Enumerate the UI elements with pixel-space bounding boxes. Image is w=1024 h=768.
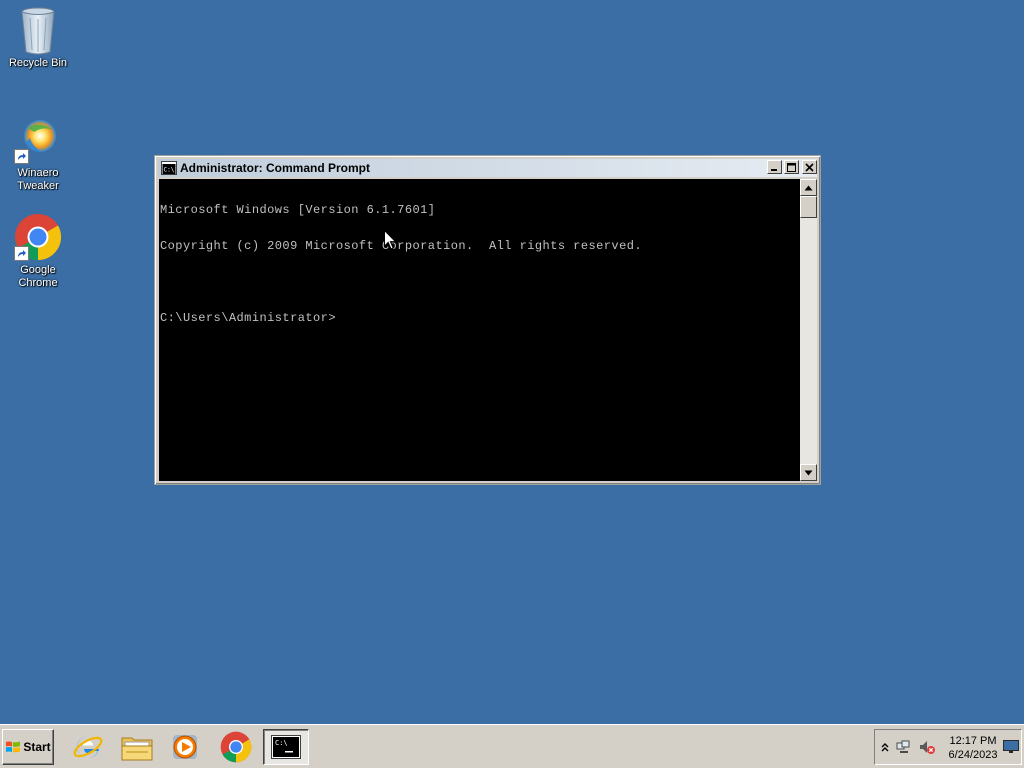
command-prompt-window[interactable]: C:\ Administrator: Command Prompt Micros… (154, 155, 821, 485)
taskbar-media-player[interactable] (163, 729, 207, 765)
desktop-icon-winaero-tweaker[interactable]: Winaero Tweaker (0, 116, 76, 193)
chrome-icon (14, 213, 62, 261)
console-prompt-line: C:\Users\Administrator> (160, 311, 336, 325)
svg-text:C:\: C:\ (164, 167, 175, 174)
svg-text:C:\: C:\ (275, 739, 288, 747)
clock-time: 12:17 PM (949, 735, 997, 747)
console-line: Microsoft Windows [Version 6.1.7601] (160, 203, 436, 217)
arrow-down-icon (804, 470, 813, 475)
chrome-icon (220, 731, 252, 763)
close-icon (805, 162, 814, 172)
command-prompt-icon: C:\ (161, 161, 177, 175)
shortcut-arrow-icon (14, 149, 29, 164)
taskbar: Start C:\ 12:17 PM 6/24/2023 (0, 724, 1024, 768)
scroll-down-button[interactable] (800, 464, 817, 481)
winaero-tweaker-icon (14, 116, 62, 164)
scroll-thumb[interactable] (800, 196, 817, 218)
start-label: Start (23, 740, 51, 754)
console-output[interactable]: Microsoft Windows [Version 6.1.7601] Cop… (159, 179, 800, 481)
volume-muted-icon (920, 741, 935, 754)
chevron-up-icon (881, 743, 889, 752)
clock-date: 6/24/2023 (948, 749, 998, 761)
start-button[interactable]: Start (2, 729, 54, 765)
command-prompt-icon: C:\ (271, 735, 301, 759)
show-desktop-icon (1003, 740, 1019, 753)
close-button[interactable] (802, 160, 817, 174)
minimize-icon (771, 168, 777, 171)
recycle-bin-label: Recycle Bin (8, 57, 68, 69)
vertical-scrollbar[interactable] (800, 179, 817, 481)
window-controls (765, 160, 817, 174)
google-chrome-label: Google Chrome (18, 264, 58, 289)
desktop-icon-recycle-bin[interactable]: Recycle Bin (0, 6, 76, 70)
arrow-up-icon (804, 185, 813, 190)
tray-clock[interactable]: 12:17 PM 6/24/2023 (943, 734, 1003, 762)
windows-logo-icon (6, 741, 21, 753)
window-title: Administrator: Command Prompt (180, 161, 371, 175)
desktop-icon-google-chrome[interactable]: Google Chrome (0, 213, 76, 290)
shortcut-arrow-icon (14, 246, 29, 261)
console-line: Copyright (c) 2009 Microsoft Corporation… (160, 239, 643, 253)
system-tray: 12:17 PM 6/24/2023 (874, 729, 1022, 765)
taskbar-command-prompt[interactable]: C:\ (263, 729, 309, 765)
window-titlebar[interactable]: C:\ Administrator: Command Prompt (158, 159, 817, 177)
tray-network[interactable] (896, 739, 912, 755)
network-icon (896, 740, 910, 753)
tray-volume[interactable] (919, 739, 935, 755)
taskbar-google-chrome[interactable] (214, 729, 258, 765)
taskbar-windows-explorer[interactable] (115, 729, 159, 765)
show-desktop-button[interactable] (1003, 739, 1019, 755)
folder-icon (121, 737, 153, 761)
maximize-icon (787, 162, 796, 172)
media-player-icon (173, 735, 197, 759)
scroll-up-button[interactable] (800, 179, 817, 196)
taskbar-internet-explorer[interactable] (66, 729, 110, 765)
show-hidden-icons-button[interactable] (877, 739, 893, 755)
minimize-button[interactable] (767, 160, 782, 174)
maximize-button[interactable] (784, 160, 799, 174)
internet-explorer-icon (73, 736, 103, 758)
recycle-bin-icon (14, 6, 62, 55)
winaero-tweaker-label: Winaero Tweaker (17, 167, 59, 192)
